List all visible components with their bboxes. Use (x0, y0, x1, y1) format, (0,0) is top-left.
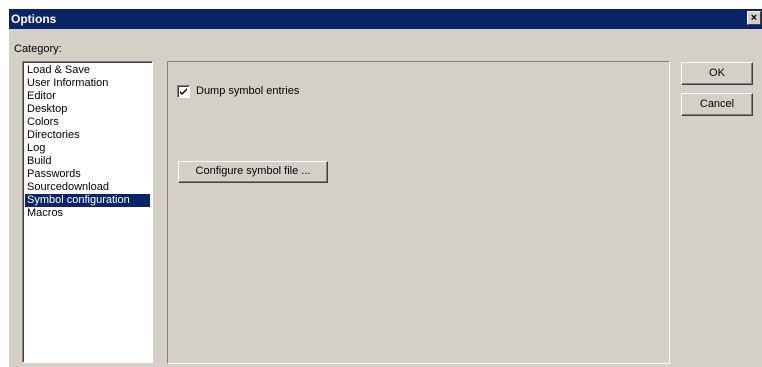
ok-button[interactable]: OK (681, 62, 753, 85)
category-item-macros[interactable]: Macros (25, 207, 150, 220)
category-item-desktop[interactable]: Desktop (25, 103, 150, 116)
category-label: Category: (14, 43, 62, 55)
category-item-symbol-configuration[interactable]: Symbol configuration (25, 194, 150, 207)
category-item-load-save[interactable]: Load & Save (25, 64, 150, 77)
category-item-build[interactable]: Build (25, 155, 150, 168)
category-list[interactable]: Load & Save User Information Editor Desk… (22, 61, 153, 363)
options-dialog: Options × Category: Load & Save User Inf… (8, 8, 762, 367)
checkmark-icon (180, 88, 187, 95)
category-item-sourcedownload[interactable]: Sourcedownload (25, 181, 150, 194)
dump-symbol-entries-label: Dump symbol entries (196, 85, 300, 97)
category-item-passwords[interactable]: Passwords (25, 168, 150, 181)
category-item-directories[interactable]: Directories (25, 129, 150, 142)
settings-panel: Dump symbol entries Configure symbol fil… (167, 61, 670, 364)
dump-symbol-entries-checkbox[interactable] (177, 85, 190, 98)
category-item-colors[interactable]: Colors (25, 116, 150, 129)
window-title: Options (11, 12, 57, 26)
category-item-user-information[interactable]: User Information (25, 77, 150, 90)
category-item-editor[interactable]: Editor (25, 90, 150, 103)
title-bar[interactable]: Options × (9, 9, 762, 29)
cancel-button[interactable]: Cancel (681, 93, 753, 116)
close-button[interactable]: × (747, 11, 761, 25)
configure-symbol-file-button[interactable]: Configure symbol file ... (178, 161, 328, 183)
category-item-log[interactable]: Log (25, 142, 150, 155)
close-icon: × (750, 12, 758, 24)
